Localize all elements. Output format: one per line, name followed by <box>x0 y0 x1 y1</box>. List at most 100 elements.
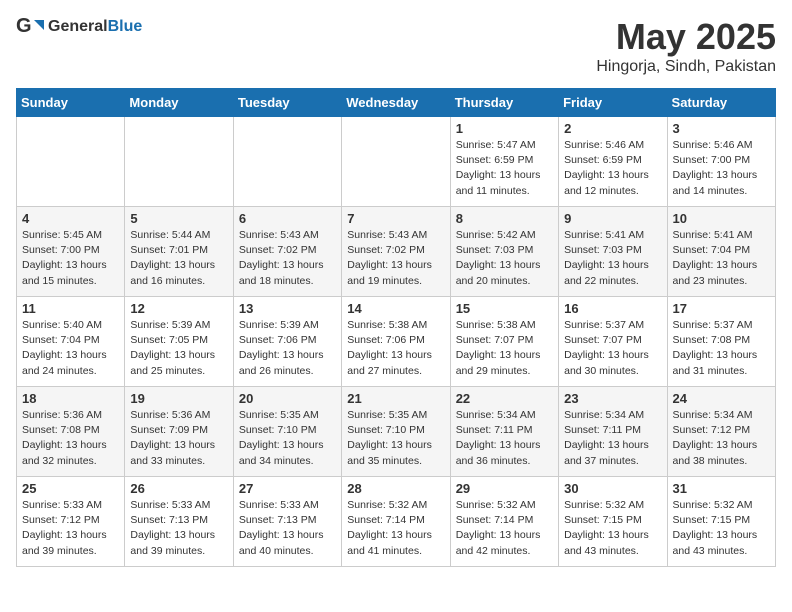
calendar-cell: 18 Sunrise: 5:36 AM Sunset: 7:08 PM Dayli… <box>17 387 125 477</box>
calendar-body: 1 Sunrise: 5:47 AM Sunset: 6:59 PM Daylig… <box>17 117 776 567</box>
day-number: 5 <box>130 211 227 226</box>
calendar-cell: 22 Sunrise: 5:34 AM Sunset: 7:11 PM Dayli… <box>450 387 558 477</box>
day-number: 28 <box>347 481 444 496</box>
day-number: 24 <box>673 391 770 406</box>
calendar-cell: 28Sunrise: 5:32 AM Sunset: 7:14 PM Dayli… <box>342 477 450 567</box>
logo-general: General <box>48 18 108 35</box>
logo: G GeneralBlue <box>16 16 142 38</box>
day-info: Sunrise: 5:35 AM Sunset: 7:10 PM Dayligh… <box>347 408 444 469</box>
calendar-week-row: 4Sunrise: 5:45 AM Sunset: 7:00 PM Daylig… <box>17 207 776 297</box>
calendar-week-row: 18 Sunrise: 5:36 AM Sunset: 7:08 PM Dayli… <box>17 387 776 477</box>
day-number: 15 <box>456 301 553 316</box>
month-year: May 2025 <box>596 16 776 58</box>
day-info: Sunrise: 5:37 AM Sunset: 7:08 PM Dayligh… <box>673 318 770 379</box>
calendar-week-row: 25 Sunrise: 5:33 AM Sunset: 7:12 PM Dayli… <box>17 477 776 567</box>
day-info: Sunrise: 5:44 AM Sunset: 7:01 PM Dayligh… <box>130 228 227 289</box>
calendar-day-header: Monday <box>125 89 233 117</box>
day-info: Sunrise: 5:38 AM Sunset: 7:06 PM Dayligh… <box>347 318 444 379</box>
day-number: 13 <box>239 301 336 316</box>
calendar-cell: 1 Sunrise: 5:47 AM Sunset: 6:59 PM Daylig… <box>450 117 558 207</box>
day-info: Sunrise: 5:33 AM Sunset: 7:12 PM Dayligh… <box>22 498 119 559</box>
location: Hingorja, Sindh, Pakistan <box>596 58 776 76</box>
day-number: 1 <box>456 121 553 136</box>
day-info: Sunrise: 5:43 AM Sunset: 7:02 PM Dayligh… <box>347 228 444 289</box>
calendar-day-header: Tuesday <box>233 89 341 117</box>
day-info: Sunrise: 5:41 AM Sunset: 7:03 PM Dayligh… <box>564 228 661 289</box>
day-number: 11 <box>22 301 119 316</box>
day-info: Sunrise: 5:32 AM Sunset: 7:15 PM Dayligh… <box>673 498 770 559</box>
calendar-cell: 16 Sunrise: 5:37 AM Sunset: 7:07 PM Dayli… <box>559 297 667 387</box>
day-info: Sunrise: 5:37 AM Sunset: 7:07 PM Dayligh… <box>564 318 661 379</box>
calendar-cell: 19 Sunrise: 5:36 AM Sunset: 7:09 PM Dayli… <box>125 387 233 477</box>
day-info: Sunrise: 5:43 AM Sunset: 7:02 PM Dayligh… <box>239 228 336 289</box>
day-info: Sunrise: 5:39 AM Sunset: 7:06 PM Dayligh… <box>239 318 336 379</box>
calendar-cell: 10Sunrise: 5:41 AM Sunset: 7:04 PM Dayli… <box>667 207 775 297</box>
day-number: 26 <box>130 481 227 496</box>
day-info: Sunrise: 5:36 AM Sunset: 7:09 PM Dayligh… <box>130 408 227 469</box>
calendar-cell: 29Sunrise: 5:32 AM Sunset: 7:14 PM Dayli… <box>450 477 558 567</box>
calendar-week-row: 1 Sunrise: 5:47 AM Sunset: 6:59 PM Daylig… <box>17 117 776 207</box>
day-info: Sunrise: 5:34 AM Sunset: 7:11 PM Dayligh… <box>456 408 553 469</box>
calendar-cell: 14 Sunrise: 5:38 AM Sunset: 7:06 PM Dayli… <box>342 297 450 387</box>
calendar-cell: 31Sunrise: 5:32 AM Sunset: 7:15 PM Dayli… <box>667 477 775 567</box>
calendar-cell: 7 Sunrise: 5:43 AM Sunset: 7:02 PM Daylig… <box>342 207 450 297</box>
calendar-day-header: Friday <box>559 89 667 117</box>
calendar-cell: 21 Sunrise: 5:35 AM Sunset: 7:10 PM Dayli… <box>342 387 450 477</box>
day-number: 12 <box>130 301 227 316</box>
day-info: Sunrise: 5:46 AM Sunset: 7:00 PM Dayligh… <box>673 138 770 199</box>
day-info: Sunrise: 5:33 AM Sunset: 7:13 PM Dayligh… <box>239 498 336 559</box>
day-info: Sunrise: 5:35 AM Sunset: 7:10 PM Dayligh… <box>239 408 336 469</box>
day-number: 2 <box>564 121 661 136</box>
day-info: Sunrise: 5:34 AM Sunset: 7:11 PM Dayligh… <box>564 408 661 469</box>
calendar-cell: 3Sunrise: 5:46 AM Sunset: 7:00 PM Daylig… <box>667 117 775 207</box>
day-info: Sunrise: 5:40 AM Sunset: 7:04 PM Dayligh… <box>22 318 119 379</box>
day-number: 19 <box>130 391 227 406</box>
day-number: 23 <box>564 391 661 406</box>
logo-icon: G <box>16 16 44 38</box>
calendar-day-header: Saturday <box>667 89 775 117</box>
day-number: 16 <box>564 301 661 316</box>
header: G GeneralBlue May 2025 Hingorja, Sindh, … <box>16 16 776 76</box>
svg-text:G: G <box>16 16 32 37</box>
day-number: 4 <box>22 211 119 226</box>
day-info: Sunrise: 5:46 AM Sunset: 6:59 PM Dayligh… <box>564 138 661 199</box>
day-info: Sunrise: 5:47 AM Sunset: 6:59 PM Dayligh… <box>456 138 553 199</box>
calendar-cell: 27 Sunrise: 5:33 AM Sunset: 7:13 PM Dayli… <box>233 477 341 567</box>
calendar-cell: 8Sunrise: 5:42 AM Sunset: 7:03 PM Daylig… <box>450 207 558 297</box>
day-number: 7 <box>347 211 444 226</box>
day-info: Sunrise: 5:32 AM Sunset: 7:15 PM Dayligh… <box>564 498 661 559</box>
calendar-cell <box>17 117 125 207</box>
calendar-cell: 30Sunrise: 5:32 AM Sunset: 7:15 PM Dayli… <box>559 477 667 567</box>
day-info: Sunrise: 5:36 AM Sunset: 7:08 PM Dayligh… <box>22 408 119 469</box>
day-number: 8 <box>456 211 553 226</box>
day-info: Sunrise: 5:33 AM Sunset: 7:13 PM Dayligh… <box>130 498 227 559</box>
calendar-day-header: Sunday <box>17 89 125 117</box>
calendar-cell: 20 Sunrise: 5:35 AM Sunset: 7:10 PM Dayli… <box>233 387 341 477</box>
day-number: 20 <box>239 391 336 406</box>
calendar-cell <box>342 117 450 207</box>
calendar-cell <box>125 117 233 207</box>
title-area: May 2025 Hingorja, Sindh, Pakistan <box>596 16 776 76</box>
calendar-cell: 9 Sunrise: 5:41 AM Sunset: 7:03 PM Daylig… <box>559 207 667 297</box>
day-number: 25 <box>22 481 119 496</box>
calendar-cell: 11 Sunrise: 5:40 AM Sunset: 7:04 PM Dayli… <box>17 297 125 387</box>
calendar-cell <box>233 117 341 207</box>
day-number: 21 <box>347 391 444 406</box>
day-number: 9 <box>564 211 661 226</box>
day-number: 10 <box>673 211 770 226</box>
day-info: Sunrise: 5:38 AM Sunset: 7:07 PM Dayligh… <box>456 318 553 379</box>
calendar-table: SundayMondayTuesdayWednesdayThursdayFrid… <box>16 88 776 567</box>
day-number: 27 <box>239 481 336 496</box>
calendar-cell: 15 Sunrise: 5:38 AM Sunset: 7:07 PM Dayli… <box>450 297 558 387</box>
day-info: Sunrise: 5:34 AM Sunset: 7:12 PM Dayligh… <box>673 408 770 469</box>
day-info: Sunrise: 5:32 AM Sunset: 7:14 PM Dayligh… <box>456 498 553 559</box>
day-number: 22 <box>456 391 553 406</box>
calendar-cell: 4Sunrise: 5:45 AM Sunset: 7:00 PM Daylig… <box>17 207 125 297</box>
day-number: 18 <box>22 391 119 406</box>
calendar-week-row: 11 Sunrise: 5:40 AM Sunset: 7:04 PM Dayli… <box>17 297 776 387</box>
day-number: 14 <box>347 301 444 316</box>
calendar-cell: 24 Sunrise: 5:34 AM Sunset: 7:12 PM Dayli… <box>667 387 775 477</box>
calendar-cell: 12Sunrise: 5:39 AM Sunset: 7:05 PM Dayli… <box>125 297 233 387</box>
calendar-cell: 2 Sunrise: 5:46 AM Sunset: 6:59 PM Daylig… <box>559 117 667 207</box>
calendar-day-header: Wednesday <box>342 89 450 117</box>
